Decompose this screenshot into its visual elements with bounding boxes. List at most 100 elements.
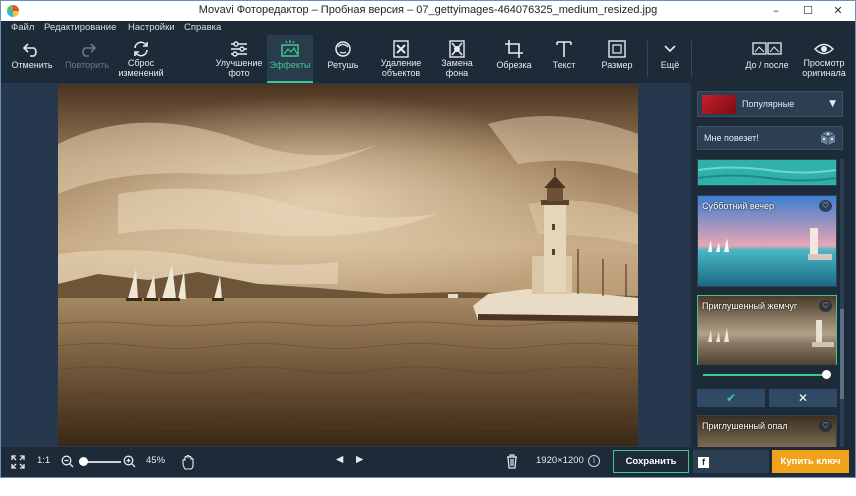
background-replace-icon <box>449 40 465 58</box>
replace-background-button[interactable]: Замена фона <box>433 35 481 83</box>
effects-panel: Популярные ▼ Мне повезет! Субботний вече… <box>691 83 855 447</box>
bg-label-1: Замена <box>441 58 473 68</box>
slider-knob[interactable] <box>822 370 831 379</box>
save-button[interactable]: Сохранить <box>613 450 689 473</box>
menu-file[interactable]: Файл <box>11 22 34 33</box>
preset-category-dropdown[interactable]: Популярные ▼ <box>697 91 843 117</box>
remove-objects-button[interactable]: Удаление объектов <box>373 35 429 83</box>
filter-name: Приглушенный опал <box>702 421 788 431</box>
split-view-icon <box>752 42 782 55</box>
favorite-heart-icon[interactable]: ♡ <box>819 300 832 312</box>
filter-name: Субботний вечер <box>702 201 774 211</box>
reset-label-2: изменений <box>118 68 164 78</box>
reset-icon <box>134 41 148 57</box>
filter-card-muted-pearl[interactable]: Приглушенный жемчуг ♡ <box>697 295 837 373</box>
crop-icon <box>505 40 523 58</box>
close-button[interactable]: ✕ <box>823 1 853 21</box>
dropdown-arrow-icon: ▼ <box>829 99 836 109</box>
preview-original-button[interactable]: Просмотр оригинала <box>799 35 849 83</box>
before-after-label: До / после <box>745 60 789 70</box>
effect-strength-slider[interactable] <box>697 365 837 385</box>
text-icon <box>556 41 572 57</box>
enhance-label-1: Улучшение <box>215 58 263 68</box>
favorite-heart-icon[interactable]: ♡ <box>819 200 832 212</box>
share-button[interactable]: f Поделиться <box>693 450 769 490</box>
buy-key-button[interactable]: Купить ключ <box>772 450 849 473</box>
bottom-bar: 1:1 45% ◀ ▶ 1920×1200 i Сохранить f Подел… <box>1 447 855 490</box>
trash-icon[interactable] <box>506 454 518 469</box>
undo-button[interactable]: Отменить <box>7 35 57 83</box>
lucky-button[interactable]: Мне повезет! <box>697 126 843 150</box>
text-button[interactable]: Текст <box>543 35 585 83</box>
share-label: Поделиться <box>693 479 751 490</box>
menu-edit[interactable]: Редактирование <box>44 22 116 33</box>
reset-label-1: Сброс <box>127 58 155 68</box>
crop-button[interactable]: Обрезка <box>491 35 537 83</box>
remove-label-1: Удаление <box>380 58 422 68</box>
zoom-1-1-button[interactable]: 1:1 <box>37 455 50 466</box>
previous-image-button[interactable]: ◀ <box>336 454 343 465</box>
toolbar-divider <box>691 41 692 77</box>
tab-effects[interactable]: Эффекты <box>267 35 313 83</box>
filter-name: Приглушенный жемчуг <box>702 301 798 311</box>
minimize-button[interactable]: – <box>761 1 791 21</box>
retouch-label: Ретушь <box>327 60 359 70</box>
dice-icon <box>820 131 836 145</box>
menu-help[interactable]: Справка <box>184 22 221 33</box>
toolbar: Отменить Повторить Сброс изменений Улучш… <box>1 35 855 83</box>
canvas-area[interactable] <box>1 83 691 447</box>
resize-icon <box>608 40 626 58</box>
more-button[interactable]: Ещё <box>653 35 687 83</box>
eye-icon <box>814 43 834 55</box>
remove-label-2: объектов <box>381 68 421 78</box>
filter-list-scrollbar[interactable] <box>840 159 844 447</box>
cancel-effect-button[interactable]: ✕ <box>769 389 837 407</box>
info-icon[interactable]: i <box>588 455 600 467</box>
undo-icon <box>22 43 37 57</box>
app-window: Movavi Фоторедактор – Пробная версия – 0… <box>0 0 856 490</box>
retouch-button[interactable]: Ретушь <box>319 35 367 83</box>
before-after-button[interactable]: До / после <box>739 35 795 83</box>
maximize-button[interactable]: ☐ <box>793 1 823 21</box>
enhance-button[interactable]: Улучшение фото <box>213 35 265 83</box>
menu-settings[interactable]: Настройки <box>128 22 175 33</box>
favorite-heart-icon[interactable]: ♡ <box>819 420 832 432</box>
fullscreen-icon[interactable] <box>11 455 25 469</box>
redo-icon <box>82 43 97 57</box>
redo-button[interactable]: Повторить <box>59 35 115 83</box>
zoom-in-icon[interactable] <box>123 455 136 468</box>
preview-label-1: Просмотр <box>803 58 845 68</box>
filter-card-muted-opal[interactable]: Приглушенный опал ♡ <box>697 415 837 447</box>
bg-label-2: фона <box>445 68 469 78</box>
next-image-button[interactable]: ▶ <box>356 454 363 465</box>
preview-label-2: оригинала <box>802 68 846 78</box>
face-icon <box>335 41 351 57</box>
zoom-level: 45% <box>146 455 166 466</box>
filter-thumbnail <box>697 160 837 185</box>
effects-icon <box>281 40 299 57</box>
toolbar-divider <box>647 41 648 77</box>
resize-button[interactable]: Размер <box>595 35 639 83</box>
title-bar: Movavi Фоторедактор – Пробная версия – 0… <box>1 1 855 21</box>
more-label: Ещё <box>660 60 680 70</box>
image-dimensions: 1920×1200 <box>536 455 584 466</box>
reset-button[interactable]: Сброс изменений <box>115 35 167 83</box>
lucky-label: Мне повезет! <box>704 133 759 143</box>
crop-label: Обрезка <box>496 60 532 70</box>
photo-sepia-lighthouse <box>58 84 638 446</box>
filter-card-saturday-evening[interactable]: Субботний вечер ♡ <box>697 195 837 287</box>
undo-label: Отменить <box>11 60 53 70</box>
facebook-icon: f <box>698 457 709 468</box>
sliders-icon <box>231 41 247 57</box>
apply-effect-button[interactable]: ✔ <box>697 389 765 407</box>
hand-icon[interactable] <box>181 454 197 470</box>
eraser-icon <box>393 40 409 58</box>
edited-photo[interactable] <box>58 84 638 446</box>
filter-list: Субботний вечер ♡ Приглушенный жемчуг ♡ … <box>697 159 837 447</box>
zoom-out-icon[interactable] <box>61 455 74 468</box>
scrollbar-thumb[interactable] <box>840 309 844 399</box>
preset-category-label: Популярные <box>742 99 795 109</box>
text-label: Текст <box>552 60 576 70</box>
filter-card[interactable] <box>697 159 837 186</box>
zoom-slider-knob[interactable] <box>79 457 88 466</box>
